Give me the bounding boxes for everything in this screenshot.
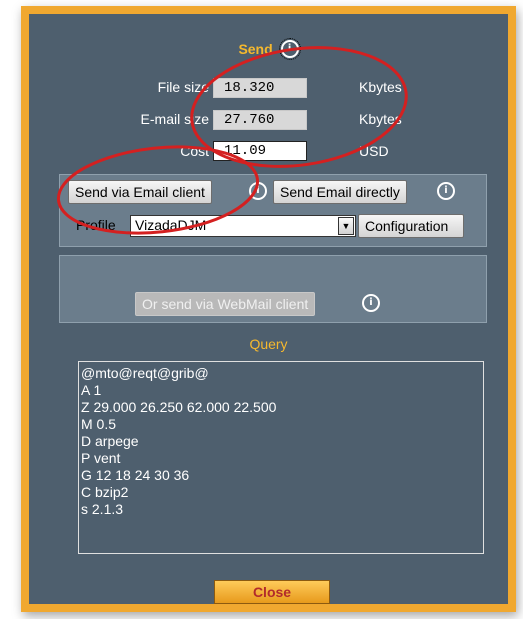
configuration-button[interactable]: Configuration [358,214,464,238]
info-icon[interactable]: i [278,38,301,61]
query-line: P vent [81,450,121,466]
close-button[interactable]: Close [214,580,330,604]
query-line: M 0.5 [81,416,117,432]
query-title: Query [249,336,288,352]
webmail-box: Or send via WebMail client i [59,255,487,323]
query-line: A 1 [81,382,102,398]
cost-field[interactable]: 11.09 [213,141,307,161]
send-title-text: Send [238,41,273,58]
send-email-directly-button[interactable]: Send Email directly [273,180,407,204]
webmail-info-icon[interactable]: i [362,294,380,312]
query-line: C bzip2 [81,484,129,500]
cost-label: Cost [180,143,209,159]
query-line: s 2.1.3 [81,501,124,517]
query-textarea[interactable]: @mto@reqt@grib@ A 1 Z 29.000 26.250 62.0… [78,361,484,554]
dialog-panel: Send i File size 18.320 Kbytes E-mail si… [29,14,508,604]
cost-unit: USD [359,143,389,159]
profile-selected-value: VizadaDJM [135,217,207,233]
email-size-label: E-mail size [140,111,209,127]
profile-select[interactable]: VizadaDJM ▼ [130,215,356,237]
send-via-email-client-button[interactable]: Send via Email client [68,180,212,204]
file-size-label: File size [157,79,209,95]
send-section-title: Send i [29,38,508,61]
file-size-field: 18.320 [213,78,307,98]
query-line: @mto@reqt@grib@ [81,365,209,381]
query-line: G 12 18 24 30 36 [81,467,190,483]
send-via-webmail-button[interactable]: Or send via WebMail client [135,292,316,316]
chevron-down-icon[interactable]: ▼ [338,217,354,235]
dialog-frame: Send i File size 18.320 Kbytes E-mail si… [21,6,516,612]
file-size-unit: Kbytes [359,79,402,95]
send-directly-info-icon[interactable]: i [437,182,455,200]
email-size-field: 27.760 [213,110,307,130]
query-line: D arpege [81,433,139,449]
profile-label: Profile [76,217,116,233]
query-line: Z 29.000 26.250 62.000 22.500 [81,399,277,415]
send-via-client-info-icon[interactable]: i [249,182,267,200]
email-size-unit: Kbytes [359,111,402,127]
email-options-box: Send via Email client i Send Email direc… [59,174,487,247]
